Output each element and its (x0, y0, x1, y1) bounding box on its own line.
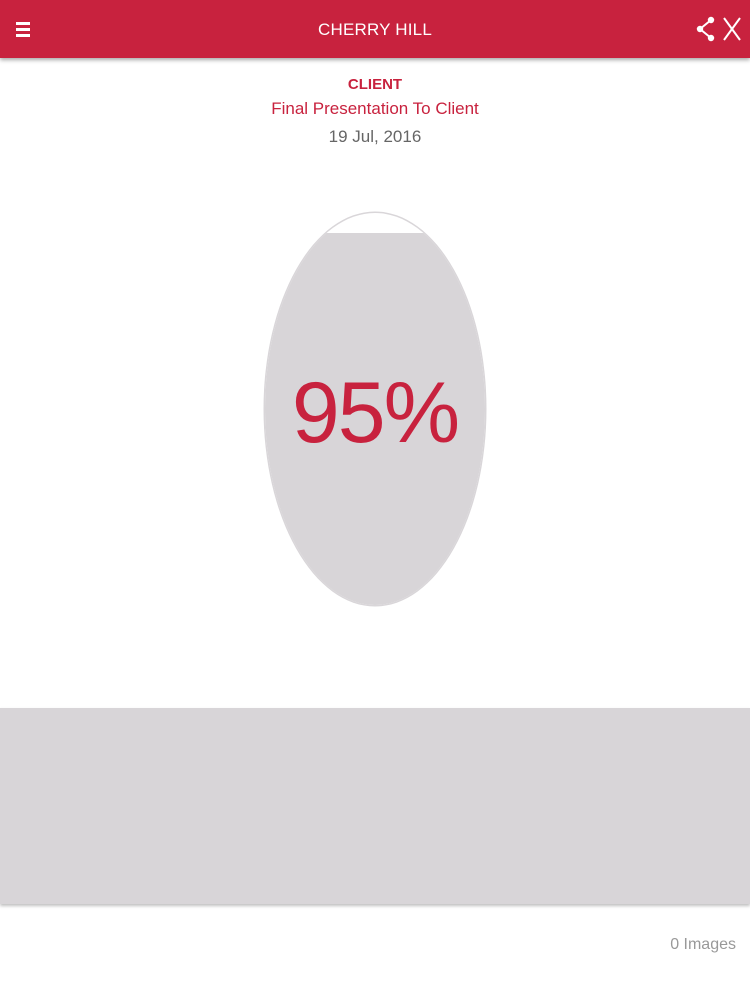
category-label: CLIENT (347, 76, 403, 93)
close-button[interactable] (712, 0, 750, 58)
image-count-label: 0 Images (670, 936, 736, 953)
app-bar: CHERRY HILL (0, 0, 750, 58)
app-title: CHERRY HILL (317, 20, 432, 39)
progress-gauge: 95% (265, 213, 485, 605)
project-info: CLIENT Final Presentation To Client 19 J… (0, 74, 750, 152)
task-date: 19 Jul, 2016 (328, 127, 422, 146)
project-detail-screen: CHERRY HILL CLIENT Final Presentation To… (0, 0, 750, 1000)
progress-percent-label: 95% (291, 364, 460, 461)
image-gallery-strip[interactable] (0, 708, 750, 904)
task-title: Final Presentation To Client (271, 99, 479, 118)
close-icon (723, 17, 741, 41)
